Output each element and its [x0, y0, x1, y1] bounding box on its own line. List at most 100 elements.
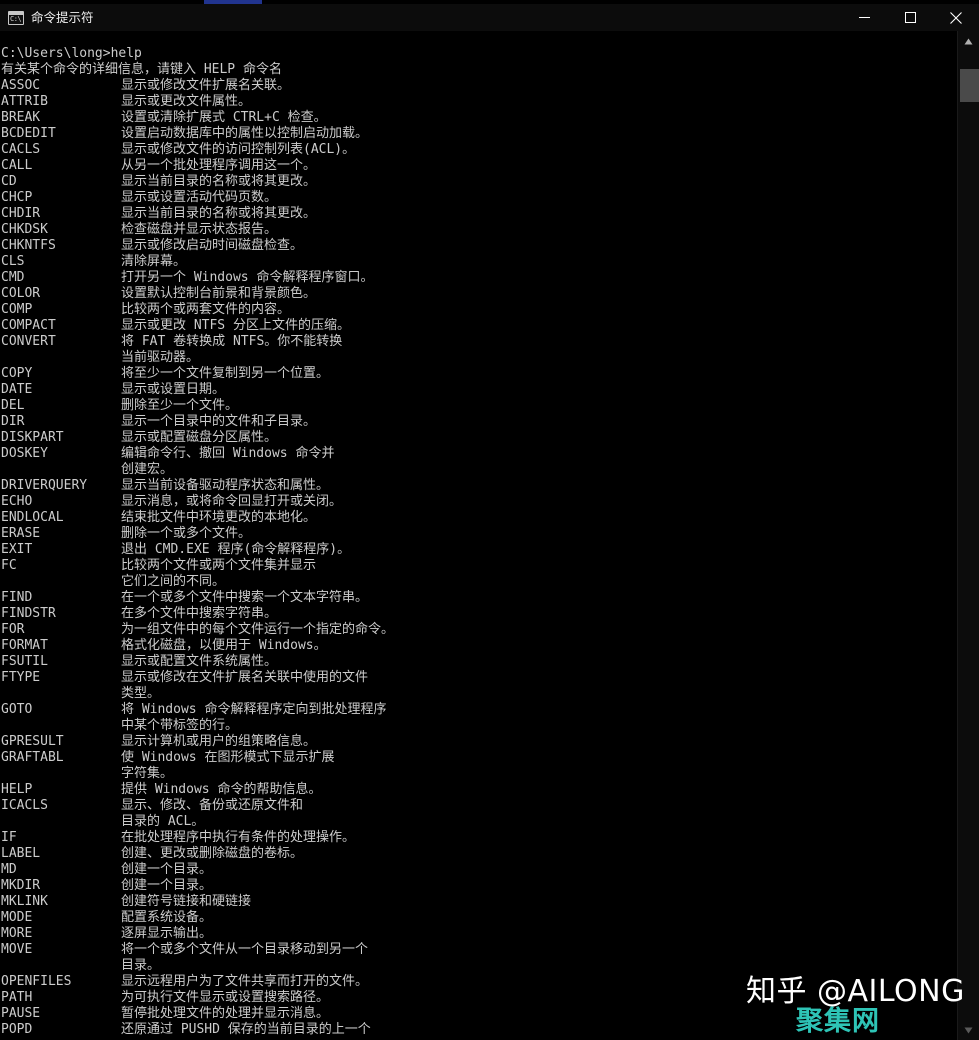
command-name: FOR: [1, 622, 25, 637]
scroll-up-arrow-icon[interactable]: [958, 31, 979, 51]
command-description: 显示计算机或用户的组策略信息。: [121, 734, 317, 749]
command-line: MKDIR 创建一个目录。: [1, 878, 957, 894]
command-name: CALL: [1, 158, 33, 173]
command-description: 设置或清除扩展式 CTRL+C 检查。: [121, 110, 327, 125]
zhihu-watermark: 知乎 @AILONG: [746, 974, 965, 1009]
command-description: 中某个带标签的行。: [121, 718, 239, 733]
command-line: CACLS 显示或修改文件的访问控制列表(ACL)。: [1, 142, 957, 158]
command-description: 提供 Windows 命令的帮助信息。: [121, 782, 322, 797]
command-description: 显示或更改文件属性。: [121, 94, 252, 109]
cmd-icon-glyph: C:\: [10, 14, 22, 23]
command-name: MORE: [1, 926, 33, 941]
command-description: 设置默认控制台前景和背景颜色。: [121, 286, 317, 301]
command-name: MODE: [1, 910, 33, 925]
command-name: CONVERT: [1, 334, 56, 349]
command-description: 显示或设置日期。: [121, 382, 226, 397]
command-line: DIR 显示一个目录中的文件和子目录。: [1, 414, 957, 430]
cmd-prompt-icon: C:\: [8, 10, 24, 25]
minimize-button[interactable]: [841, 4, 887, 31]
command-line: FTYPE 显示或修改在文件扩展名关联中使用的文件: [1, 670, 957, 686]
command-name: ASSOC: [1, 78, 41, 93]
command-name: GPRESULT: [1, 734, 64, 749]
command-line: FIND 在一个或多个文件中搜索一个文本字符串。: [1, 590, 957, 606]
command-description: 显示当前目录的名称或将其更改。: [121, 174, 317, 189]
title-bar-left: C:\ 命令提示符: [0, 10, 841, 26]
command-line: COMPACT 显示或更改 NTFS 分区上文件的压缩。: [1, 318, 957, 334]
window-title: 命令提示符: [31, 9, 94, 25]
command-line: DRIVERQUERY 显示当前设备驱动程序状态和属性。: [1, 478, 957, 494]
title-bar[interactable]: C:\ 命令提示符: [0, 4, 979, 31]
console-text: C:\Users\long>help 有关某个命令的详细信息，请键入 HELP …: [0, 31, 957, 1038]
command-name: HELP: [1, 782, 33, 797]
command-line: CHKDSK 检查磁盘并显示状态报告。: [1, 222, 957, 238]
command-list: ASSOC 显示或修改文件扩展名关联。 ATTRIB 显示或更改文件属性。 BREAK 设…: [1, 78, 957, 1038]
command-description: 编辑命令行、撤回 Windows 命令并: [121, 446, 335, 461]
command-line: MODE 配置系统设备。: [1, 910, 957, 926]
command-name: GRAFTABL: [1, 750, 64, 765]
command-line: BCDEDIT 设置启动数据库中的属性以控制启动加载。: [1, 126, 957, 142]
command-name: OPENFILES: [1, 974, 72, 989]
command-description: 还原通过 PUSHD 保存的当前目录的上一个: [121, 1022, 371, 1037]
command-line: GOTO 将 Windows 命令解释程序定向到批处理程序: [1, 702, 957, 718]
command-line: CONVERT 将 FAT 卷转换成 NTFS。你不能转换: [1, 334, 957, 350]
site-watermark: 聚集网: [796, 1006, 880, 1037]
command-description: 显示或配置磁盘分区属性。: [121, 430, 278, 445]
command-description: 显示一个目录中的文件和子目录。: [121, 414, 317, 429]
command-name: GOTO: [1, 702, 33, 717]
maximize-button[interactable]: [887, 4, 933, 31]
command-name: CLS: [1, 254, 25, 269]
command-line: IF 在批处理程序中执行有条件的处理操作。: [1, 830, 957, 846]
command-name: EXIT: [1, 542, 33, 557]
command-line: CALL 从另一个批处理程序调用这一个。: [1, 158, 957, 174]
command-name: COPY: [1, 366, 33, 381]
command-name: DRIVERQUERY: [1, 478, 88, 493]
command-line: MKLINK 创建符号链接和硬链接: [1, 894, 957, 910]
command-description: 从另一个批处理程序调用这一个。: [121, 158, 317, 173]
command-name: BCDEDIT: [1, 126, 56, 141]
console-output-area[interactable]: C:\Users\long>help 有关某个命令的详细信息，请键入 HELP …: [0, 31, 957, 1040]
command-description: 逐屏显示输出。: [121, 926, 213, 941]
command-description: 比较两个或两套文件的内容。: [121, 302, 291, 317]
command-description: 配置系统设备。: [121, 910, 213, 925]
command-line: MD 创建一个目录。: [1, 862, 957, 878]
command-line: MOVE 将一个或多个文件从一个目录移动到另一个: [1, 942, 957, 958]
scrollbar-track[interactable]: [959, 51, 979, 1020]
command-line: FSUTIL 显示或配置文件系统属性。: [1, 654, 957, 670]
command-description: 清除屏幕。: [121, 254, 187, 269]
cmd-window: C:\ 命令提示符 C:\Users\long>help 有关某个命令的详细信息…: [0, 0, 979, 1040]
command-line: CMD 打开另一个 Windows 命令解释程序窗口。: [1, 270, 957, 286]
prompt-line: C:\Users\long>help: [1, 46, 142, 61]
command-name: PAUSE: [1, 1006, 41, 1021]
command-line: 类型。: [1, 686, 957, 702]
command-description: 目录。: [121, 958, 161, 973]
command-line: ENDLOCAL 结束批文件中环境更改的本地化。: [1, 510, 957, 526]
command-line: DOSKEY 编辑命令行、撤回 Windows 命令并: [1, 446, 957, 462]
command-description: 格式化磁盘，以便用于 Windows。: [121, 638, 327, 653]
command-description: 字符集。: [121, 766, 174, 781]
command-description: 它们之间的不同。: [121, 574, 226, 589]
command-line: DISKPART 显示或配置磁盘分区属性。: [1, 430, 957, 446]
close-button[interactable]: [933, 4, 979, 31]
command-name: CHCP: [1, 190, 33, 205]
scrollbar-thumb[interactable]: [960, 69, 979, 102]
command-name: DEL: [1, 398, 25, 413]
command-description: 目录的 ACL。: [121, 814, 205, 829]
command-name: DATE: [1, 382, 33, 397]
command-name: CD: [1, 174, 17, 189]
command-name: FC: [1, 558, 17, 573]
vertical-scrollbar[interactable]: [957, 31, 979, 1040]
command-line: FC 比较两个文件或两个文件集并显示: [1, 558, 957, 574]
command-name: COMP: [1, 302, 33, 317]
command-name: COLOR: [1, 286, 41, 301]
scroll-down-arrow-icon[interactable]: [958, 1020, 979, 1040]
command-description: 当前驱动器。: [121, 350, 200, 365]
command-description: 显示远程用户为了文件共享而打开的文件。: [121, 974, 369, 989]
command-description: 删除至少一个文件。: [121, 398, 239, 413]
command-line: BREAK 设置或清除扩展式 CTRL+C 检查。: [1, 110, 957, 126]
command-line: CHCP 显示或设置活动代码页数。: [1, 190, 957, 206]
command-line: LABEL 创建、更改或删除磁盘的卷标。: [1, 846, 957, 862]
command-description: 在批处理程序中执行有条件的处理操作。: [121, 830, 356, 845]
command-description: 创建一个目录。: [121, 862, 213, 877]
command-description: 显示或修改文件的访问控制列表(ACL)。: [121, 142, 356, 157]
command-description: 显示或配置文件系统属性。: [121, 654, 278, 669]
